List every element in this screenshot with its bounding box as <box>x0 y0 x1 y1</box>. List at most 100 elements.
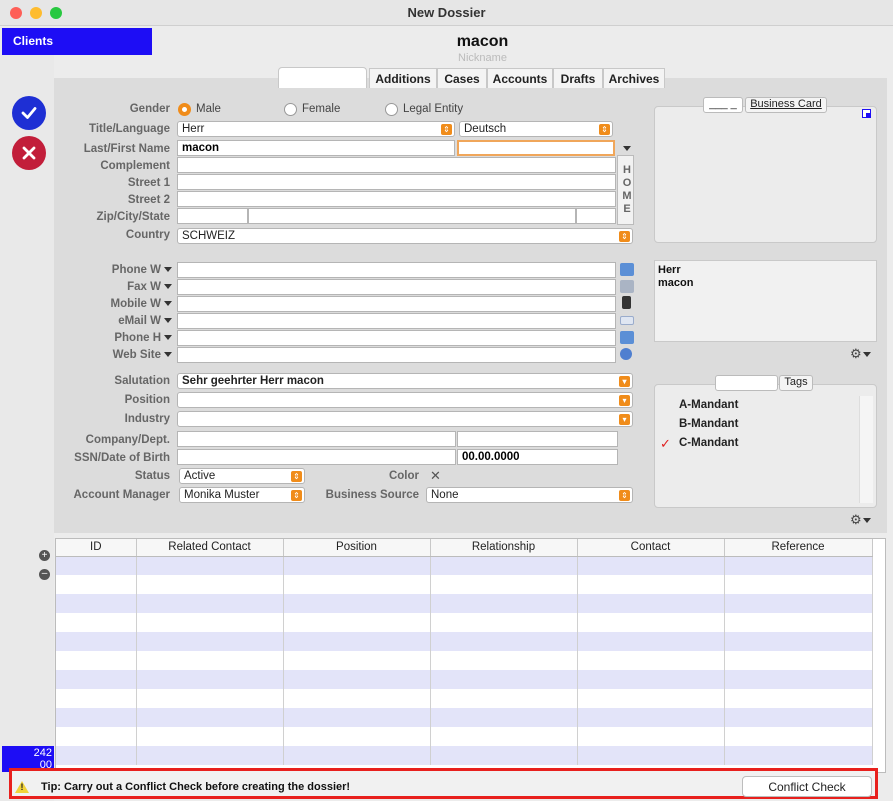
website-input[interactable] <box>177 347 616 363</box>
tab-accounts[interactable]: Accounts <box>487 68 553 88</box>
add-relation-button[interactable]: + <box>39 550 50 561</box>
table-cell[interactable] <box>136 727 284 746</box>
conflict-check-button[interactable]: Conflict Check <box>742 776 872 797</box>
email-w-input[interactable] <box>177 313 616 329</box>
city-input[interactable] <box>248 208 576 224</box>
table-cell[interactable] <box>724 708 873 727</box>
table-cell[interactable] <box>430 708 578 727</box>
fax-icon[interactable] <box>620 280 634 293</box>
fax-w-input[interactable] <box>177 279 616 295</box>
table-row[interactable] <box>56 689 873 708</box>
table-cell[interactable] <box>577 613 725 632</box>
phone-icon[interactable] <box>620 331 634 344</box>
table-cell[interactable] <box>56 613 137 632</box>
color-clear-icon[interactable]: ✕ <box>430 468 441 484</box>
table-cell[interactable] <box>430 746 578 765</box>
column-header-id[interactable]: ID <box>56 539 137 557</box>
table-cell[interactable] <box>724 746 873 765</box>
table-cell[interactable] <box>283 651 431 670</box>
date-of-birth-input[interactable]: 00.00.0000 <box>457 449 618 465</box>
street1-input[interactable] <box>177 174 616 190</box>
table-cell[interactable] <box>283 670 431 689</box>
table-cell[interactable] <box>577 594 725 613</box>
table-cell[interactable] <box>136 594 284 613</box>
tag-item[interactable]: C-Mandant <box>679 437 738 449</box>
phone-h-label[interactable]: Phone H <box>60 332 172 344</box>
cancel-button[interactable] <box>12 136 46 170</box>
email-w-label[interactable]: eMail W <box>60 315 172 327</box>
first-name-input[interactable] <box>457 140 615 156</box>
complement-input[interactable] <box>177 157 616 173</box>
tag-item[interactable]: A-Mandant <box>679 399 738 411</box>
gear-icon[interactable]: ⚙ <box>850 346 871 362</box>
business-source-select[interactable]: None ⇕ <box>426 487 633 503</box>
table-cell[interactable] <box>283 632 431 651</box>
table-cell[interactable] <box>136 670 284 689</box>
nickname-field[interactable]: Nickname <box>440 52 525 64</box>
table-cell[interactable] <box>724 575 873 594</box>
website-label[interactable]: Web Site <box>60 349 172 361</box>
table-cell[interactable] <box>577 556 725 575</box>
table-cell[interactable] <box>136 632 284 651</box>
table-row[interactable] <box>56 632 873 651</box>
table-cell[interactable] <box>577 575 725 594</box>
table-cell[interactable] <box>56 575 137 594</box>
phone-w-label[interactable]: Phone W <box>60 264 172 276</box>
table-cell[interactable] <box>724 670 873 689</box>
confirm-button[interactable] <box>12 96 46 130</box>
table-cell[interactable] <box>430 670 578 689</box>
table-cell[interactable] <box>136 613 284 632</box>
table-cell[interactable] <box>577 708 725 727</box>
state-input[interactable] <box>576 208 616 224</box>
tab-cases[interactable]: Cases <box>437 68 487 88</box>
table-row[interactable] <box>56 556 873 575</box>
gender-legal-entity-radio[interactable] <box>385 103 398 116</box>
table-cell[interactable] <box>136 708 284 727</box>
table-cell[interactable] <box>56 689 137 708</box>
column-header-contact[interactable]: Contact <box>577 539 725 557</box>
tags-scrollbar[interactable] <box>859 396 873 503</box>
phone-icon[interactable] <box>620 263 634 276</box>
remove-relation-button[interactable]: – <box>39 569 50 580</box>
salutation-select[interactable]: Sehr geehrter Herr macon ▾ <box>177 373 633 389</box>
table-cell[interactable] <box>430 613 578 632</box>
table-cell[interactable] <box>136 746 284 765</box>
street2-input[interactable] <box>177 191 616 207</box>
industry-select[interactable]: ▾ <box>177 411 633 427</box>
account-manager-select[interactable]: Monika Muster ⇕ <box>179 487 305 503</box>
table-row[interactable] <box>56 575 873 594</box>
column-header-relationship[interactable]: Relationship <box>430 539 578 557</box>
table-cell[interactable] <box>430 594 578 613</box>
table-row[interactable] <box>56 613 873 632</box>
gender-male-radio[interactable] <box>178 103 191 116</box>
country-select[interactable]: SCHWEIZ ⇕ <box>177 228 633 244</box>
language-select[interactable]: Deutsch ⇕ <box>459 121 613 137</box>
column-header-reference[interactable]: Reference <box>724 539 873 557</box>
business-card-field[interactable]: ___ _ <box>703 97 743 113</box>
table-cell[interactable] <box>724 651 873 670</box>
table-cell[interactable] <box>56 651 137 670</box>
address-type-dropdown[interactable] <box>620 141 631 155</box>
email-icon[interactable] <box>620 316 634 325</box>
table-cell[interactable] <box>430 727 578 746</box>
table-cell[interactable] <box>577 651 725 670</box>
table-row[interactable] <box>56 727 873 746</box>
table-cell[interactable] <box>577 670 725 689</box>
status-select[interactable]: Active ⇕ <box>179 468 305 484</box>
table-row[interactable] <box>56 746 873 765</box>
fax-w-label[interactable]: Fax W <box>60 281 172 293</box>
table-cell[interactable] <box>430 575 578 594</box>
tab-drafts[interactable]: Drafts <box>553 68 603 88</box>
globe-icon[interactable] <box>620 348 632 360</box>
tags-button[interactable]: Tags <box>779 375 813 391</box>
tab-additions[interactable]: Additions <box>369 68 437 88</box>
home-address-label[interactable]: HOME <box>617 155 634 225</box>
phone-h-input[interactable] <box>177 330 616 346</box>
table-row[interactable] <box>56 651 873 670</box>
business-card-button[interactable]: Business Card <box>745 97 827 113</box>
mobile-w-label[interactable]: Mobile W <box>60 298 172 310</box>
position-select[interactable]: ▾ <box>177 392 633 408</box>
table-cell[interactable] <box>724 613 873 632</box>
gender-female-radio[interactable] <box>284 103 297 116</box>
table-cell[interactable] <box>136 689 284 708</box>
